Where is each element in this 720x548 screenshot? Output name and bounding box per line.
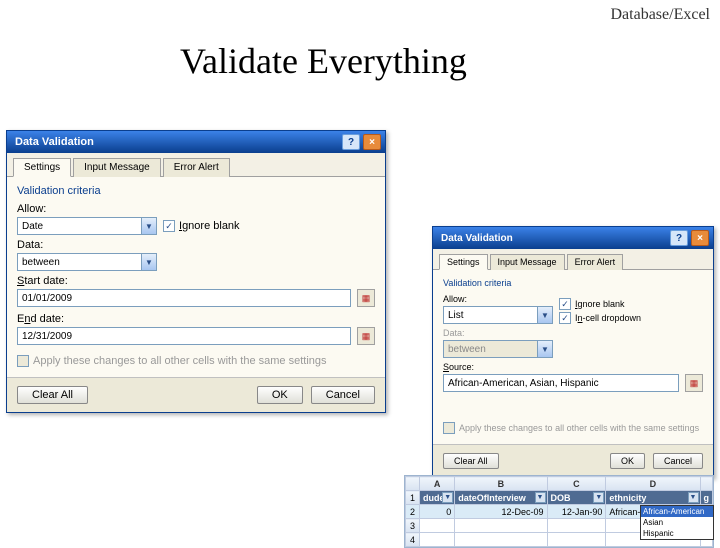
chevron-down-icon: ▼ <box>537 341 552 357</box>
row-header[interactable]: 3 <box>406 519 420 533</box>
apply-changes-label: Apply these changes to all other cells w… <box>459 423 699 433</box>
allow-label: Allow: <box>17 203 157 215</box>
table-header-cell[interactable]: ethnicity▼ <box>606 491 700 505</box>
dropdown-option[interactable]: Hispanic <box>641 528 713 539</box>
cancel-button[interactable]: Cancel <box>311 386 375 404</box>
tab-input-message[interactable]: Input Message <box>490 254 565 270</box>
apply-changes-label: Apply these changes to all other cells w… <box>33 355 327 367</box>
close-icon[interactable]: × <box>363 134 381 150</box>
help-icon[interactable]: ? <box>342 134 360 150</box>
dropdown-option[interactable]: Asian <box>641 517 713 528</box>
breadcrumb: Database/Excel <box>611 6 711 24</box>
ignore-blank-label: Ignore blank <box>179 220 240 232</box>
tabstrip: Settings Input Message Error Alert <box>433 249 713 270</box>
filter-icon[interactable]: ▼ <box>593 492 604 503</box>
incell-dropdown-label: In-cell dropdown <box>575 313 641 323</box>
select-all-cell[interactable] <box>406 477 420 491</box>
data-label: Data: <box>443 328 553 338</box>
apply-changes-checkbox: Apply these changes to all other cells w… <box>17 355 375 367</box>
chevron-down-icon: ▼ <box>141 254 156 270</box>
col-header[interactable]: C <box>547 477 606 491</box>
apply-changes-checkbox: Apply these changes to all other cells w… <box>443 422 703 434</box>
tab-error-alert[interactable]: Error Alert <box>163 158 230 177</box>
data-validation-dialog-date: Data Validation ? × Settings Input Messa… <box>6 130 386 413</box>
table-header-cell[interactable]: dateOfInterview▼ <box>455 491 547 505</box>
clear-all-button[interactable]: Clear All <box>443 453 499 469</box>
ignore-blank-checkbox[interactable]: ✓ Ignore blank <box>559 298 641 310</box>
ok-button[interactable]: OK <box>610 453 645 469</box>
data-validation-dialog-list: Data Validation ? × Settings Input Messa… <box>432 226 714 478</box>
chevron-down-icon: ▼ <box>141 218 156 234</box>
section-heading: Validation criteria <box>443 278 703 288</box>
col-header[interactable] <box>700 477 713 491</box>
row-header[interactable]: 1 <box>406 491 420 505</box>
col-header[interactable]: A <box>420 477 455 491</box>
ignore-blank-checkbox[interactable]: ✓ Ignore blank <box>163 220 240 232</box>
data-value: between <box>22 257 141 268</box>
source-input[interactable]: African-American, Asian, Hispanic <box>443 374 679 392</box>
ignore-blank-label: Ignore blank <box>575 299 625 309</box>
incell-dropdown-checkbox[interactable]: ✓ In-cell dropdown <box>559 312 641 324</box>
section-heading: Validation criteria <box>17 185 375 197</box>
tabstrip: Settings Input Message Error Alert <box>7 153 385 177</box>
filter-icon[interactable]: ▼ <box>688 492 699 503</box>
clear-all-button[interactable]: Clear All <box>17 386 88 404</box>
close-icon[interactable]: × <box>691 230 709 246</box>
data-label: Data: <box>17 239 157 251</box>
cell[interactable]: 12-Dec-09 <box>455 505 547 519</box>
range-select-icon[interactable]: ▦ <box>357 289 375 307</box>
chevron-down-icon: ▼ <box>537 307 552 323</box>
range-select-icon[interactable]: ▦ <box>357 327 375 345</box>
titlebar[interactable]: Data Validation ? × <box>7 131 385 153</box>
incell-dropdown-list[interactable]: African-American Asian Hispanic <box>640 505 714 540</box>
allow-value: Date <box>22 221 141 232</box>
data-value: between <box>448 344 537 355</box>
filter-icon[interactable]: ▼ <box>535 492 546 503</box>
start-date-input[interactable]: 01/01/2009 <box>17 289 351 307</box>
end-date-input[interactable]: 12/31/2009 <box>17 327 351 345</box>
row-header[interactable]: 2 <box>406 505 420 519</box>
table-header-cell[interactable]: DOB▼ <box>547 491 606 505</box>
data-combo: between ▼ <box>443 340 553 358</box>
allow-combo[interactable]: List ▼ <box>443 306 553 324</box>
allow-value: List <box>448 310 537 321</box>
page-title: Validate Everything <box>180 40 467 82</box>
cell[interactable] <box>455 519 547 533</box>
table-header-cell[interactable]: dude▼ <box>420 491 455 505</box>
col-header[interactable]: D <box>606 477 700 491</box>
allow-combo[interactable]: Date ▼ <box>17 217 157 235</box>
end-date-label: End date: <box>17 313 375 325</box>
tab-error-alert[interactable]: Error Alert <box>567 254 624 270</box>
ok-button[interactable]: OK <box>257 386 303 404</box>
cell[interactable]: 0 <box>420 505 455 519</box>
help-icon[interactable]: ? <box>670 230 688 246</box>
range-select-icon[interactable]: ▦ <box>685 374 703 392</box>
tab-settings[interactable]: Settings <box>439 254 488 270</box>
col-header[interactable]: B <box>455 477 547 491</box>
table-header-cell[interactable]: g <box>700 491 713 505</box>
cell[interactable] <box>547 519 606 533</box>
allow-label: Allow: <box>443 294 553 304</box>
cancel-button[interactable]: Cancel <box>653 453 703 469</box>
tab-settings[interactable]: Settings <box>13 158 71 177</box>
dropdown-option[interactable]: African-American <box>641 506 713 517</box>
titlebar[interactable]: Data Validation ? × <box>433 227 713 249</box>
tab-input-message[interactable]: Input Message <box>73 158 161 177</box>
data-combo[interactable]: between ▼ <box>17 253 157 271</box>
start-date-label: Start date: <box>17 275 375 287</box>
titlebar-text: Data Validation <box>441 233 513 244</box>
cell[interactable]: 12-Jan-90 <box>547 505 606 519</box>
cell[interactable] <box>420 519 455 533</box>
source-label: Source: <box>443 362 703 372</box>
filter-icon[interactable]: ▼ <box>442 492 453 503</box>
titlebar-text: Data Validation <box>15 136 94 148</box>
